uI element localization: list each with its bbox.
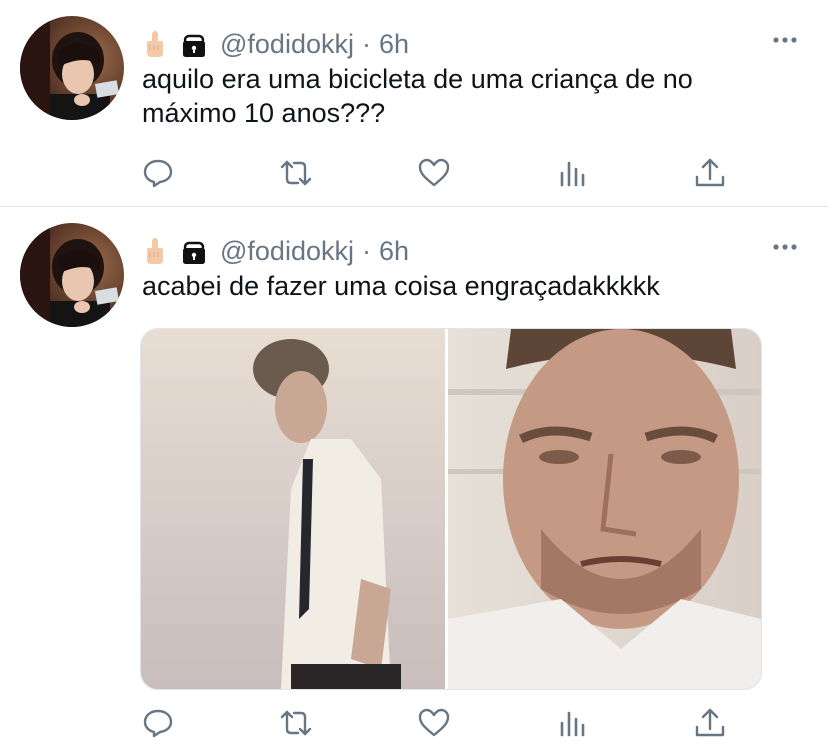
tweet-header: @fodidokkj · 6h: [142, 24, 409, 64]
like-icon[interactable]: [416, 705, 452, 741]
avatar-image: [20, 223, 124, 327]
middle-finger-emoji: [142, 236, 168, 266]
user-handle[interactable]: @fodidokkj: [220, 29, 354, 60]
tweet[interactable]: @fodidokkj · 6h acabei de fazer uma cois…: [0, 207, 828, 753]
lock-icon: [180, 237, 208, 265]
user-handle[interactable]: @fodidokkj: [220, 236, 354, 267]
tweet-time[interactable]: 6h: [379, 29, 409, 60]
tweet-image[interactable]: [140, 328, 762, 690]
middle-finger-emoji: [142, 29, 168, 59]
photo-collage: [141, 329, 761, 689]
share-icon[interactable]: [692, 155, 728, 191]
retweet-icon[interactable]: [278, 155, 314, 191]
share-icon[interactable]: [692, 705, 728, 741]
like-icon[interactable]: [416, 155, 452, 191]
tweet[interactable]: @fodidokkj · 6h aquilo era uma bicicleta…: [0, 0, 828, 207]
retweet-icon[interactable]: [278, 705, 314, 741]
avatar[interactable]: [20, 223, 124, 327]
tweet-actions: [140, 705, 730, 741]
tweet-text: aquilo era uma bicicleta de uma criança …: [142, 64, 693, 128]
tweet-actions: [140, 155, 730, 191]
reply-icon[interactable]: [140, 705, 176, 741]
separator: ·: [361, 28, 371, 59]
analytics-icon[interactable]: [554, 155, 590, 191]
tweet-text: acabei de fazer uma coisa engraçadakkkkk: [142, 271, 660, 301]
tweet-header: @fodidokkj · 6h: [142, 231, 409, 271]
analytics-icon[interactable]: [554, 705, 590, 741]
lock-icon: [180, 30, 208, 58]
tweet-time[interactable]: 6h: [379, 236, 409, 267]
more-dots-icon[interactable]: [772, 237, 798, 257]
reply-icon[interactable]: [140, 155, 176, 191]
more-dots-icon[interactable]: [772, 30, 798, 50]
separator: ·: [361, 235, 371, 266]
avatar-image: [20, 16, 124, 120]
avatar[interactable]: [20, 16, 124, 120]
